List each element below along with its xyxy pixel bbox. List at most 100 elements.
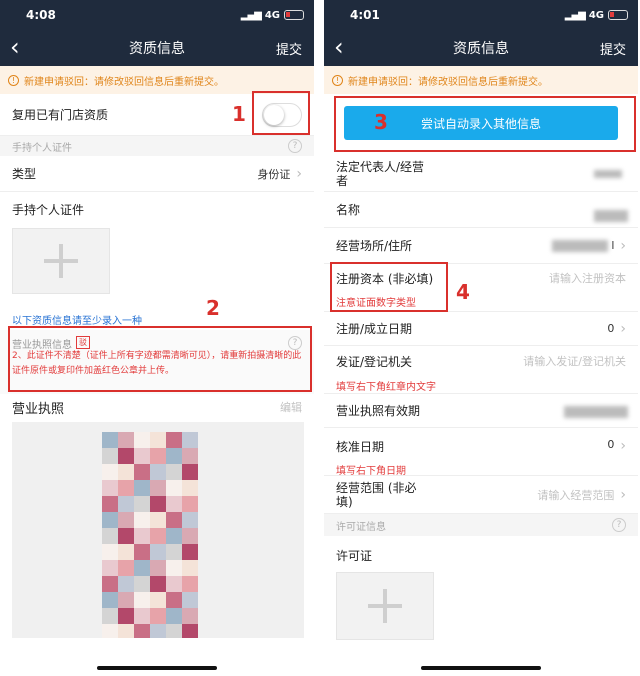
marker-3: 3 (374, 110, 388, 134)
mosaic-tile (134, 432, 150, 448)
mosaic-tile (166, 448, 182, 464)
mosaic-tile (118, 608, 134, 624)
mosaic-tile (118, 480, 134, 496)
mosaic-tile (118, 528, 134, 544)
notice-text: 新建申请驳回：请修改驳回信息后重新提交。 (24, 76, 224, 88)
submit-button[interactable]: 提交 (276, 39, 302, 58)
mosaic-tile (102, 512, 118, 528)
mosaic-tile (182, 544, 198, 560)
mosaic-tile (102, 448, 118, 464)
status-time: 4:08 (26, 8, 56, 22)
mosaic-tile (102, 432, 118, 448)
mosaic-tile (102, 528, 118, 544)
mosaic-tile (150, 448, 166, 464)
hint-date: 填写右下角日期 (336, 466, 406, 477)
field-placeholder: 请输入注册资本 (549, 272, 626, 285)
mosaic-tile (150, 432, 166, 448)
type-row[interactable]: 类型 身份证 › (0, 156, 314, 192)
mosaic-tile (134, 528, 150, 544)
right-screen: 4:01 ▂▄▆ 4G ‹ 资质信息 提交 ! 新建申请驳回：请修改驳回信息后重… (324, 0, 638, 676)
edit-button[interactable]: 编辑 (280, 399, 302, 415)
network-label: 4G (588, 9, 604, 21)
mosaic-tile (102, 624, 118, 638)
mosaic-tile (182, 448, 198, 464)
submit-button[interactable]: 提交 (600, 39, 626, 58)
redacted-value (594, 210, 628, 222)
field-label: 经营场所/住所 (336, 239, 413, 253)
mosaic-tile (150, 608, 166, 624)
handheld-upload[interactable] (12, 228, 110, 294)
signal-icon: ▂▄▆ (564, 9, 586, 21)
mosaic-tile (182, 560, 198, 576)
mosaic-tile (150, 464, 166, 480)
mosaic-tile (150, 496, 166, 512)
mosaic-tile (150, 528, 166, 544)
field-scope[interactable]: 经营范围 (非必填) 请输入经营范围 › (324, 476, 638, 514)
mosaic-tile (134, 448, 150, 464)
page-title: 资质信息 (453, 41, 509, 57)
chevron-right-icon: › (620, 320, 626, 337)
field-reg-date[interactable]: 注册/成立日期 0 › (324, 312, 638, 346)
field-placeholder: 请输入经营范围 (537, 488, 615, 502)
page-title: 资质信息 (129, 41, 185, 57)
mosaic-tile (166, 544, 182, 560)
info-icon: ! (8, 74, 19, 86)
mosaic-tile (102, 576, 118, 592)
back-arrow-icon[interactable]: ‹ (334, 32, 344, 62)
section-permit-label: 许可证信息 (336, 521, 386, 533)
notice-text: 新建申请驳回：请修改驳回信息后重新提交。 (348, 76, 548, 88)
mosaic-tile (166, 608, 182, 624)
mosaic-tile (166, 496, 182, 512)
back-arrow-icon[interactable]: ‹ (10, 32, 20, 62)
field-address[interactable]: 经营场所/住所 l › (324, 228, 638, 264)
field-label: 法定代表人/经营者 (336, 159, 425, 188)
mosaic-tile (134, 576, 150, 592)
min-one-hint: 以下资质信息请至少录入一种 (12, 316, 142, 327)
field-legal-rep[interactable]: 法定代表人/经营者 (324, 156, 638, 192)
mosaic-tile (166, 576, 182, 592)
license-image[interactable] (12, 422, 304, 638)
mosaic-tile (182, 432, 198, 448)
field-label: 发证/登记机关 (336, 355, 413, 369)
mosaic-tile (182, 592, 198, 608)
mosaic-tile (134, 608, 150, 624)
nav-bar: ‹ 资质信息 提交 (324, 30, 638, 66)
status-bar: 4:08 ▂▄▆ 4G (0, 0, 314, 30)
marker-4: 4 (456, 280, 470, 304)
mosaic-tile (182, 480, 198, 496)
plus-icon (44, 244, 78, 278)
info-icon: ! (332, 74, 343, 86)
home-indicator (421, 666, 541, 670)
mosaic-tile (118, 448, 134, 464)
mosaic-tile (118, 544, 134, 560)
mosaic-tile (118, 560, 134, 576)
header: 4:01 ▂▄▆ 4G ‹ 资质信息 提交 (324, 0, 638, 66)
mosaic-tile (134, 496, 150, 512)
handheld-row: 手持个人证件 (0, 192, 314, 226)
highlight-box-1 (252, 91, 310, 135)
mosaic-tile (182, 624, 198, 638)
field-validity[interactable]: 营业执照有效期 (324, 394, 638, 428)
mosaic-tile (134, 464, 150, 480)
left-screen: 4:08 ▂▄▆ 4G ‹ 资质信息 提交 ! 新建申请驳回：请修改驳回信息后重… (0, 0, 314, 676)
mosaic-tile (102, 496, 118, 512)
permit-upload[interactable] (336, 572, 434, 640)
home-indicator (97, 666, 217, 670)
permit-label: 许可证 (336, 548, 373, 563)
field-name[interactable]: 名称 (324, 192, 638, 228)
mosaic-tile (102, 560, 118, 576)
mosaic-tile (150, 592, 166, 608)
mosaic-tile (118, 624, 134, 638)
marker-1: 1 (232, 102, 246, 126)
nav-bar: ‹ 资质信息 提交 (0, 30, 314, 66)
mosaic-tile (118, 576, 134, 592)
mosaic-tile (134, 544, 150, 560)
mosaic-tile (118, 496, 134, 512)
network-label: 4G (264, 9, 280, 21)
question-mark-icon[interactable]: ? (612, 518, 626, 532)
field-label: 经营范围 (非必填) (336, 480, 417, 509)
question-mark-icon[interactable]: ? (288, 139, 302, 153)
field-value: l (611, 239, 615, 252)
mosaic-tile (134, 592, 150, 608)
mosaic-tile (166, 560, 182, 576)
